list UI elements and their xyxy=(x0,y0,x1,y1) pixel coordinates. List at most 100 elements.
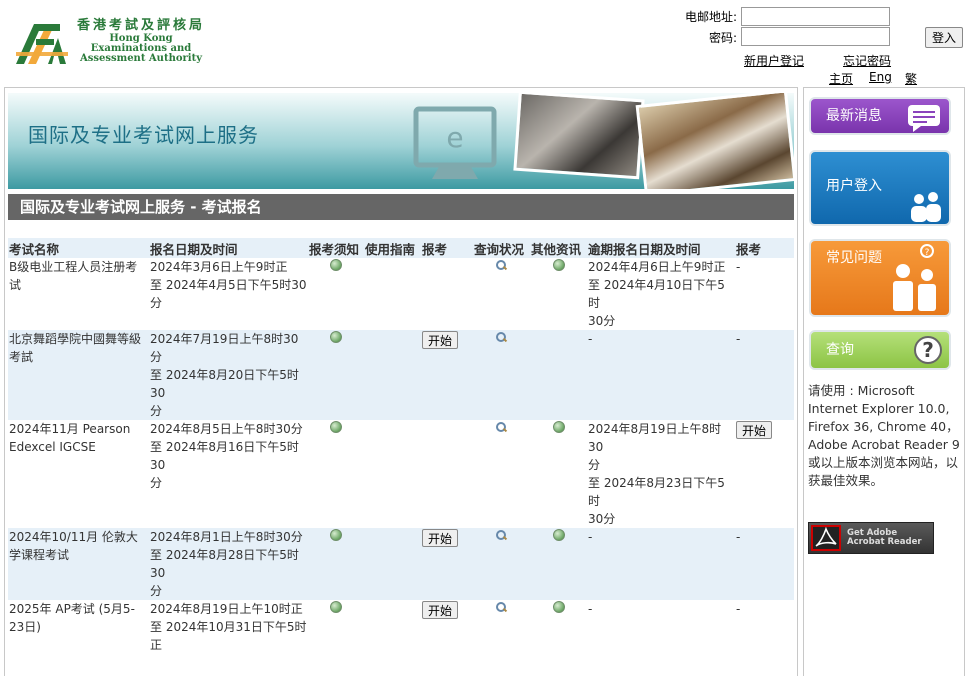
email-field[interactable] xyxy=(741,7,890,26)
start-button[interactable]: 开始 xyxy=(422,331,458,349)
late-period-line: - xyxy=(588,332,593,346)
login-panel: 电邮地址: 密码: 登入 新用户登记 忘记密码 主页 Eng 繁 xyxy=(669,6,969,86)
guide-cell xyxy=(364,330,421,420)
notes-cell xyxy=(308,258,364,330)
guide-cell xyxy=(364,258,421,330)
period-line: 至 2024年10月31日下午5时 xyxy=(150,620,307,634)
late-period-line: - xyxy=(588,602,593,616)
search-icon[interactable] xyxy=(496,602,507,613)
notes-cell xyxy=(308,420,364,528)
query-tile[interactable]: 查询 ? xyxy=(809,330,951,370)
info-icon[interactable] xyxy=(330,331,342,343)
late-period-line: 2024年8月19日上午8时30 xyxy=(588,422,722,454)
col-other-info: 其他资讯 xyxy=(530,238,587,258)
info-icon[interactable] xyxy=(330,259,342,271)
get-acrobat-reader-badge[interactable]: Get Adobe Acrobat Reader xyxy=(808,522,934,554)
late-period-line: 至 2024年4月10日下午5时 xyxy=(588,278,725,310)
table-row: 2024年10/11月 伦敦大学课程考试 2024年8月1日上午8时30分 至 … xyxy=(8,528,794,600)
info-icon[interactable] xyxy=(552,421,565,433)
news-label: 最新消息 xyxy=(826,108,882,124)
password-field[interactable] xyxy=(741,27,890,46)
exam-name: 2024年11月 Pearson Edexcel IGCSE xyxy=(9,422,131,454)
help-icon: ? xyxy=(914,336,942,364)
exam-room-photo xyxy=(635,93,794,189)
info-icon[interactable] xyxy=(330,601,342,613)
monitor-letter: e xyxy=(446,121,463,154)
notes-cell xyxy=(308,330,364,420)
col-apply: 报考 xyxy=(421,238,473,258)
period-line: 至 2024年8月20日下午5时30 xyxy=(150,368,299,400)
late-period: 2024年4月6日上午9时正 至 2024年4月10日下午5时 30分 xyxy=(587,258,735,330)
info-icon[interactable] xyxy=(330,529,342,541)
status-cell xyxy=(473,528,530,600)
faq-tile[interactable]: 常见问题 ? xyxy=(809,239,951,317)
info-icon[interactable] xyxy=(552,259,565,271)
start-button[interactable]: 开始 xyxy=(422,601,458,619)
exam-name: 2024年10/11月 伦敦大学课程考试 xyxy=(8,528,149,600)
col-guide: 使用指南 xyxy=(364,238,421,258)
info-icon[interactable] xyxy=(552,601,565,613)
home-link[interactable]: 主页 xyxy=(829,70,853,87)
status-cell xyxy=(473,600,530,660)
exam-table: 考试名称 报名日期及时间 报考须知 使用指南 报考 查询状况 其他资讯 逾期报名… xyxy=(8,238,794,660)
other-info-cell xyxy=(530,528,587,600)
forgot-password-link[interactable]: 忘记密码 xyxy=(843,52,891,69)
period-line: 2024年8月5日上午8时30分 xyxy=(150,422,303,436)
late-period-line: 30分 xyxy=(588,314,616,328)
apply-cell xyxy=(421,420,473,528)
late-period-line: - xyxy=(588,530,593,544)
exam-name: 北京舞蹈學院中國舞等級考試 xyxy=(8,330,149,420)
query-label: 查询 xyxy=(826,342,854,358)
guide-cell xyxy=(364,528,421,600)
user-login-tile[interactable]: 用户登入 xyxy=(809,150,951,226)
period-line: 分 xyxy=(150,584,163,598)
info-icon[interactable] xyxy=(330,421,342,433)
apply-cell: 开始 xyxy=(421,600,473,660)
late-period: - xyxy=(587,528,735,600)
period-line: 2024年7月19日上午8时30分 xyxy=(150,332,299,364)
registration-period: 2024年8月1日上午8时30分 至 2024年8月28日下午5时30 分 xyxy=(149,528,308,600)
col-registration-period: 报名日期及时间 xyxy=(149,238,308,258)
info-icon[interactable] xyxy=(552,529,565,541)
search-icon[interactable] xyxy=(496,530,507,541)
browser-requirement-note: 请使用 : Microsoft Internet Explorer 10.0, … xyxy=(808,383,960,488)
period-line: 至 2024年8月28日下午5时30 xyxy=(150,548,299,580)
hkeaa-logo-text: 香港考試及評核局 Hong Kong Examinations and Asse… xyxy=(76,18,206,64)
register-link[interactable]: 新用户登记 xyxy=(744,52,804,69)
late-period: - xyxy=(587,600,735,660)
col-notes: 报考须知 xyxy=(308,238,364,258)
col-late-apply: 报考 xyxy=(735,238,794,258)
late-start-button[interactable]: 开始 xyxy=(736,421,772,439)
registration-period: 2024年8月19日上午10时正 至 2024年10月31日下午5时 正 xyxy=(149,600,308,660)
banner: 国际及专业考试网上服务 e xyxy=(8,93,794,189)
registration-period: 2024年3月6日上午9时正 至 2024年4月5日下午5时30 分 xyxy=(149,258,308,330)
search-icon[interactable] xyxy=(496,422,507,433)
acrobat-line-2: Acrobat Reader xyxy=(847,537,922,547)
period-line: 分 xyxy=(150,404,163,418)
notes-cell xyxy=(308,600,364,660)
password-label: 密码: xyxy=(708,31,737,45)
logo-english-line-3: Assessment Authority xyxy=(79,53,203,64)
search-icon[interactable] xyxy=(496,332,507,343)
col-status: 查询状况 xyxy=(473,238,530,258)
table-row: B级电业工程人员注册考试 2024年3月6日上午9时正 至 2024年4月5日下… xyxy=(8,258,794,330)
traditional-chinese-link[interactable]: 繁 xyxy=(905,70,917,87)
table-row: 北京舞蹈學院中國舞等級考試 2024年7月19日上午8时30分 至 2024年8… xyxy=(8,330,794,420)
period-line: 分 xyxy=(150,476,163,490)
faq-label: 常见问题 xyxy=(826,250,882,266)
acrobat-text: Get Adobe Acrobat Reader xyxy=(847,529,922,547)
late-period-line: 30分 xyxy=(588,512,616,526)
late-period: - xyxy=(587,330,735,420)
table-row: 2024年11月 Pearson Edexcel IGCSE 2024年8月5日… xyxy=(8,420,794,528)
late-apply: - xyxy=(736,260,741,274)
logo-chinese-name: 香港考試及評核局 xyxy=(76,18,205,33)
status-cell xyxy=(473,258,530,330)
period-line: 至 2024年4月5日下午5时30 xyxy=(150,278,307,292)
hkeaa-logo[interactable]: 香港考試及評核局 Hong Kong Examinations and Asse… xyxy=(14,18,204,68)
news-tile[interactable]: 最新消息 xyxy=(809,97,951,135)
login-button[interactable]: 登入 xyxy=(925,27,963,48)
start-button[interactable]: 开始 xyxy=(422,529,458,547)
english-link[interactable]: Eng xyxy=(869,70,892,84)
late-period-line: 2024年4月6日上午9时正 xyxy=(588,260,726,274)
search-icon[interactable] xyxy=(496,260,507,271)
